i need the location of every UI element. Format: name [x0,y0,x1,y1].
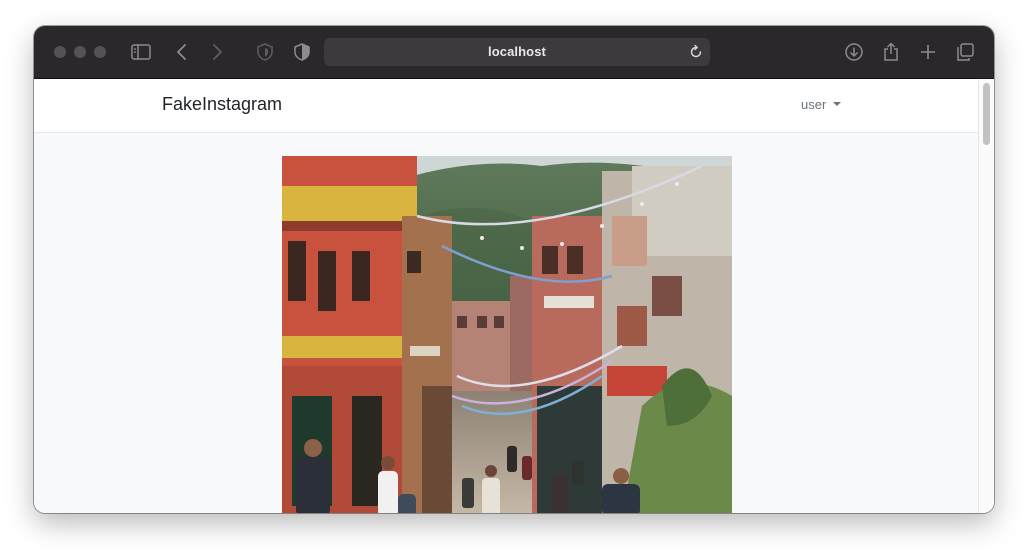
zoom-window-button[interactable] [94,46,106,58]
user-dropdown[interactable]: user [801,97,842,112]
post-image[interactable] [282,156,732,513]
brand-link[interactable]: FakeInstagram [162,94,282,115]
page-viewport: FakeInstagram user [34,79,994,513]
privacy-icon[interactable] [291,41,313,63]
tabs-overview-icon[interactable] [954,41,976,63]
address-bar[interactable]: localhost [324,38,710,66]
shield-icon[interactable] [254,41,276,63]
reload-icon[interactable] [688,44,704,60]
close-window-button[interactable] [54,46,66,58]
share-icon[interactable] [880,41,902,63]
browser-window: localhost FakeInstagram user [34,26,994,513]
vertical-scrollbar[interactable] [978,79,994,513]
url-text: localhost [488,44,546,59]
forward-icon[interactable] [206,41,228,63]
scrollbar-thumb[interactable] [983,83,990,145]
sidebar-icon[interactable] [130,41,152,63]
new-tab-icon[interactable] [917,41,939,63]
minimize-window-button[interactable] [74,46,86,58]
user-dropdown-label: user [801,97,827,112]
browser-toolbar: localhost [34,26,994,79]
back-icon[interactable] [171,41,193,63]
app-navbar: FakeInstagram user [34,79,979,133]
caret-down-icon [833,101,842,106]
download-icon[interactable] [843,41,865,63]
